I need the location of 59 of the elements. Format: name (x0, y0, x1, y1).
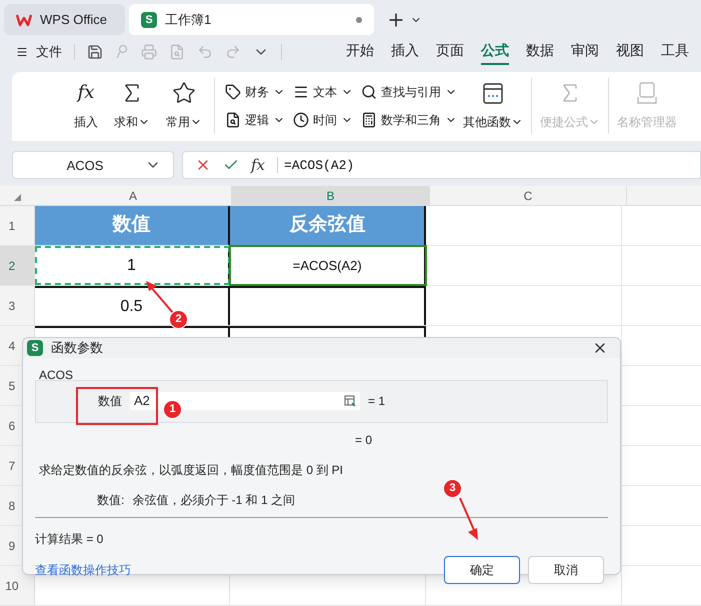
ribbon-tab[interactable]: 审阅 (571, 38, 599, 65)
ribbon-button[interactable]: 查找与引用 (359, 78, 459, 106)
row-header[interactable]: 2 (0, 246, 35, 285)
star-icon (172, 81, 196, 106)
argument-result: = 1 (368, 393, 386, 410)
row-header[interactable]: 10 (0, 566, 35, 605)
ribbon-button[interactable]: 数学和三角 (359, 106, 459, 134)
header-cell: 反余弦值 (230, 206, 426, 245)
function-icon: fx (78, 81, 94, 106)
range-select-icon[interactable] (344, 395, 356, 407)
calculator-icon (361, 112, 377, 128)
column-header[interactable]: B (232, 186, 430, 205)
ribbon-tab[interactable]: 数据 (526, 38, 554, 65)
dialog-button[interactable]: 确定 (444, 556, 520, 584)
help-link[interactable]: 查看函数操作技巧 (35, 560, 444, 578)
argument-label: 数值 (98, 393, 122, 410)
ribbon-button[interactable]: 逻辑 (223, 106, 287, 134)
document-tab[interactable]: S 工作簿1 (129, 4, 374, 36)
logo-icon (16, 12, 32, 27)
save-icon[interactable] (87, 44, 103, 60)
tray-icon (636, 81, 658, 106)
argument-help-label: 数值: (97, 492, 124, 508)
argument-help: 余弦值，必须介于 -1 和 1 之间 (132, 492, 296, 508)
ribbon-button[interactable]: 求和 (110, 74, 154, 138)
ribbon-button[interactable]: 其他函数 (459, 74, 527, 138)
column-header[interactable]: C (430, 186, 627, 205)
dialog-button[interactable]: 取消 (528, 556, 604, 584)
document-tab[interactable]: WPS Office (4, 4, 125, 36)
function-description: 求给定数值的反余弦，以弧度返回，幅度值范围是 0 到 PI (39, 462, 344, 478)
spreadsheet-icon: S (141, 12, 157, 28)
ribbon-button[interactable]: fx 插入 (70, 74, 102, 138)
ribbon-tab[interactable]: 公式 (481, 38, 509, 65)
menu-icon (16, 46, 28, 58)
ribbon-button[interactable]: 文本 (291, 78, 355, 106)
ribbon-button[interactable]: 时间 (291, 106, 355, 134)
clock-icon (293, 112, 309, 128)
function-name: ACOS (39, 366, 74, 384)
ribbon-tab[interactable]: 页面 (436, 38, 464, 65)
ribbon-tab[interactable]: 插入 (391, 38, 419, 65)
name-box[interactable]: ACOS (12, 151, 174, 180)
dialog-title: 函数参数 (51, 339, 104, 357)
formula-field[interactable]: =ACOS(A2) (284, 156, 354, 176)
ribbon-button[interactable]: 财务 (223, 78, 287, 106)
ribbon-tab[interactable]: 视图 (616, 38, 644, 65)
row-header[interactable]: 3 (0, 286, 35, 325)
spreadsheet-icon: S (27, 340, 43, 356)
header-cell: 数值 (34, 206, 230, 245)
ribbon-button[interactable]: 常用 (162, 74, 206, 138)
ribbon-tab[interactable]: 开始 (346, 38, 374, 65)
formula-result: = 0 (355, 432, 374, 448)
row-header[interactable]: 1 (0, 206, 35, 245)
file-menu[interactable]: 文件 (16, 42, 62, 62)
ribbon-tab[interactable]: 工具 (661, 38, 689, 65)
calculation-result: 计算结果 = 0 (35, 530, 104, 548)
select-all-icon[interactable] (14, 194, 21, 201)
table-cell: =ACOS(A2) (230, 246, 426, 285)
table-cell: 1 (34, 246, 230, 285)
search-icon (361, 84, 377, 100)
function-icon[interactable]: fx (251, 154, 266, 177)
